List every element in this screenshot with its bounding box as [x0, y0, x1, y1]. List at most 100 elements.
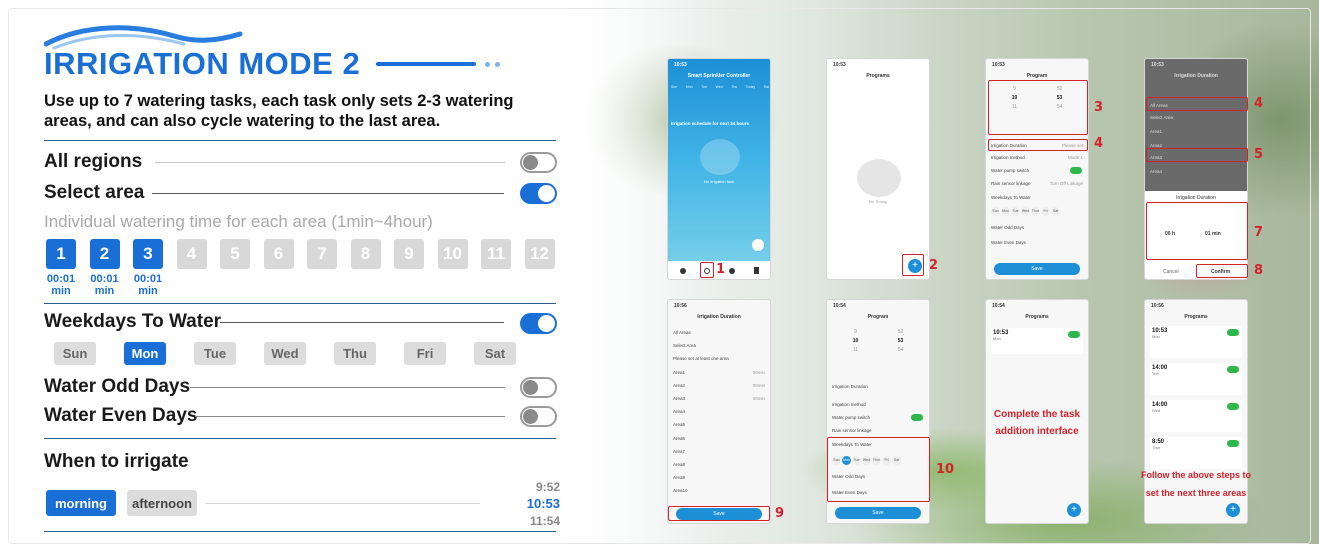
fab-button[interactable] — [752, 239, 764, 251]
irrigation-method-item[interactable]: Irrigation method — [832, 402, 924, 407]
even-days-toggle[interactable] — [520, 406, 557, 427]
divider — [44, 303, 556, 304]
day-sat-button[interactable]: Sat — [474, 342, 516, 365]
divider — [44, 438, 556, 439]
day-wed-button[interactable]: Wed — [264, 342, 306, 365]
save-button[interactable]: Save — [835, 507, 921, 519]
area-list-item[interactable]: Area7 — [673, 449, 765, 454]
phone-home-screen: 10:53 Smart Sprinkler Controller Sun Mon T… — [667, 58, 771, 280]
step-number: 1 — [716, 262, 726, 277]
day-sun-button[interactable]: Sun — [54, 342, 96, 365]
cancel-button[interactable]: Cancel — [1163, 269, 1179, 275]
area-12-button[interactable]: 12 — [524, 239, 555, 269]
save-button[interactable]: Save — [994, 263, 1080, 275]
rain-sensor-item[interactable]: Rain sensor linkage Turn Off Linkage — [991, 181, 1083, 186]
even-days-label: Water Even Days — [44, 405, 198, 426]
step-number: 3 — [1094, 100, 1104, 115]
device-tab-icon[interactable] — [754, 267, 759, 274]
list-item[interactable]: Select Area — [1150, 115, 1242, 120]
area-list-item[interactable]: Select Area — [673, 343, 765, 348]
step-number: 8 — [1254, 263, 1264, 278]
irrigation-duration-item[interactable]: Irrigation Duration — [832, 384, 924, 389]
area-6-button[interactable]: 6 — [263, 239, 294, 269]
area-5-button[interactable]: 5 — [220, 239, 250, 269]
day-pill[interactable]: Fri — [1041, 207, 1050, 216]
area-time: 00:01 min — [133, 273, 163, 297]
area-list-item[interactable]: Area3 00min — [673, 396, 765, 401]
time-picker-selected[interactable]: 10:53 — [520, 496, 560, 511]
row-line — [220, 322, 504, 323]
program-card[interactable]: 14:00 Tue — [1150, 363, 1242, 395]
home-tab-icon[interactable] — [680, 268, 686, 274]
list-item[interactable]: Area4 — [1150, 169, 1242, 174]
area-7-button[interactable]: 7 — [307, 239, 337, 269]
day-pills[interactable]: Sun Mon Tue Wed Thur Fri Sat — [991, 207, 1083, 216]
area-list-item[interactable]: Area10 — [673, 488, 765, 493]
annotation-follow-1: Follow the above steps to — [1140, 470, 1251, 480]
user-tab-icon[interactable] — [729, 268, 735, 274]
annotation-follow-2: set the next three areas — [1145, 488, 1247, 498]
area-list-item[interactable]: Area9 — [673, 475, 765, 480]
screen-title: Irrigation Duration — [1174, 73, 1218, 79]
day-fri-button[interactable]: Fri — [404, 342, 446, 365]
day-pill[interactable]: Mon — [1001, 207, 1010, 216]
annotation-complete-2: addition interface — [995, 426, 1079, 437]
select-area-toggle[interactable] — [520, 183, 557, 204]
time-wheel[interactable]: 9 10 11 52 53 54 — [833, 328, 923, 355]
all-regions-toggle[interactable] — [520, 152, 557, 173]
step-number: 10 — [936, 462, 955, 477]
area-11-button[interactable]: 11 — [481, 239, 511, 269]
area-list-item[interactable]: Area2 00min — [673, 383, 765, 388]
area-8-button[interactable]: 8 — [350, 239, 381, 269]
step-number: 9 — [775, 506, 785, 521]
day-pill[interactable]: Sat — [1051, 207, 1060, 216]
list-item[interactable]: Area1 — [1150, 129, 1242, 134]
program-card[interactable]: 14:00 Wed — [1150, 400, 1242, 432]
day-thu-button[interactable]: Thu — [334, 342, 376, 365]
screen-title: Programs — [1184, 314, 1208, 320]
area-list-item[interactable]: Please set at least one area — [673, 356, 765, 361]
odd-days-item[interactable]: Water Odd Days — [991, 225, 1083, 230]
time-picker-next[interactable]: 11:54 — [520, 514, 560, 528]
rain-sensor-item[interactable]: Rain sensor linkage — [832, 428, 924, 433]
weekdays-item[interactable]: Weekdays To Water — [991, 195, 1083, 200]
program-card[interactable]: 8:50 Thur — [1150, 437, 1242, 469]
program-card[interactable]: 10:53 Mon — [1150, 326, 1242, 358]
step-highlight — [1146, 148, 1248, 162]
program-card[interactable]: 10:53 Mon — [991, 328, 1083, 354]
area-list-item[interactable]: Area8 — [673, 462, 765, 467]
title-dot — [485, 62, 490, 67]
irrigation-method-item[interactable]: Irrigation method Mode 1 — [991, 155, 1083, 160]
area-list-item[interactable]: Area1 00min — [673, 370, 765, 375]
day-pill[interactable]: Sun — [991, 207, 1000, 216]
area-3-button[interactable]: 3 — [133, 239, 163, 269]
area-9-button[interactable]: 9 — [394, 239, 424, 269]
day-tue-button[interactable]: Tue — [194, 342, 236, 365]
weather-day: Tue — [701, 85, 708, 89]
day-mon-button[interactable]: Mon — [124, 342, 166, 365]
day-pill[interactable]: Tue — [1011, 207, 1020, 216]
area-2-button[interactable]: 2 — [89, 239, 120, 269]
day-pill[interactable]: Thur — [1031, 207, 1040, 216]
area-list-item[interactable]: Area5 — [673, 422, 765, 427]
time-picker-prev[interactable]: 9:52 — [520, 480, 560, 494]
day-pill[interactable]: Wed — [1021, 207, 1030, 216]
odd-days-toggle[interactable] — [520, 377, 557, 398]
area-list-item[interactable]: Area6 — [673, 436, 765, 441]
morning-button[interactable]: morning — [46, 490, 116, 516]
add-program-button[interactable]: + — [1067, 503, 1081, 517]
weekdays-toggle[interactable] — [520, 313, 557, 334]
step-highlight — [700, 262, 714, 278]
step-highlight — [1146, 97, 1248, 111]
step-highlight — [902, 254, 924, 276]
pump-switch[interactable] — [911, 414, 923, 421]
area-1-button[interactable]: 1 — [46, 239, 76, 269]
add-program-button[interactable]: + — [1226, 503, 1240, 517]
area-list-item[interactable]: Area4 — [673, 409, 765, 414]
area-list-item[interactable]: All Areas — [673, 330, 765, 335]
pump-switch[interactable] — [1070, 167, 1082, 174]
area-4-button[interactable]: 4 — [176, 239, 207, 269]
even-days-item[interactable]: Water Even Days — [991, 240, 1083, 245]
area-10-button[interactable]: 10 — [437, 239, 468, 269]
afternoon-button[interactable]: afternoon — [127, 490, 197, 516]
